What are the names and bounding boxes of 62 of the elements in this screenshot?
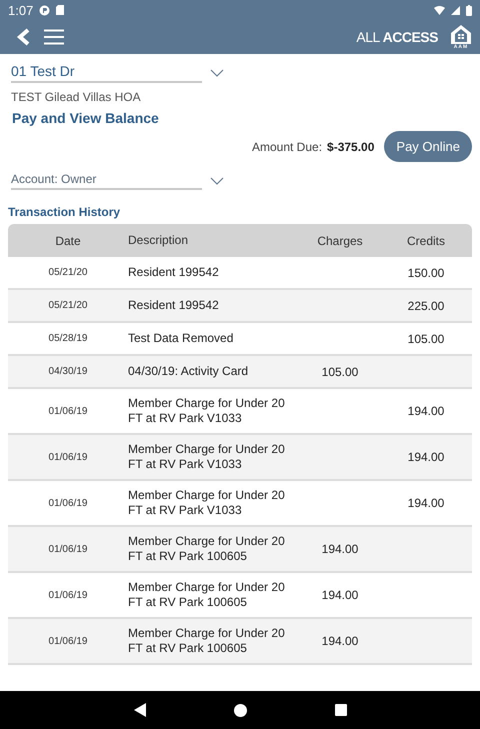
- chevron-down-icon[interactable]: [210, 69, 224, 77]
- amount-due-value: $-375.00: [327, 140, 374, 154]
- date-cell-text: 01/06/19: [48, 406, 88, 416]
- description-cell-text: Member Charge for Under 20 FT at RV Park V1033: [128, 487, 286, 519]
- status-time: 1:07: [8, 2, 34, 18]
- column-header: Charges: [316, 234, 364, 248]
- account-select[interactable]: Account: Owner: [11, 172, 202, 190]
- column-header: Credits: [406, 234, 446, 248]
- table-row[interactable]: 05/21/20 Resident 199542 225.00: [8, 290, 472, 323]
- table-row[interactable]: 01/06/19 Member Charge for Under 20 FT at RV Park 100605 194.00: [8, 619, 472, 665]
- chevron-down-icon[interactable]: [210, 177, 224, 185]
- house-logo-icon: [450, 24, 472, 44]
- date-cell-text: 01/06/19: [48, 636, 88, 646]
- battery-icon: [466, 4, 472, 16]
- date-cell-text: 05/28/19: [48, 333, 88, 344]
- section-title: Transaction History: [8, 205, 122, 219]
- charges-cell: 105.00: [322, 364, 358, 378]
- sd-card-icon: [56, 5, 64, 15]
- description-cell-text: Member Charge for Under 20 FT at RV Park 100605: [128, 579, 286, 611]
- charges-cell: 194.00: [322, 634, 358, 648]
- credits-cell: 105.00: [408, 332, 444, 346]
- charges-cell: 194.00: [322, 542, 358, 556]
- brand-name: ALL ACCESS: [356, 29, 438, 45]
- credits-cell: 150.00: [408, 266, 444, 280]
- recents-square-icon[interactable]: [334, 704, 346, 716]
- back-icon[interactable]: [16, 28, 32, 46]
- signal-icon: [451, 6, 460, 14]
- description-cell-text: 04/30/19: Activity Card: [128, 363, 250, 380]
- charges-cell: 194.00: [322, 588, 358, 602]
- property-select[interactable]: 01 Test Dr: [11, 63, 202, 83]
- description-cell-text: Member Charge for Under 20 FT at RV Park V1033: [128, 395, 286, 427]
- table-row[interactable]: 01/06/19 Member Charge for Under 20 FT at RV Park V1033 194.00: [8, 435, 472, 481]
- column-header: Date: [54, 234, 82, 248]
- credits-cell: 194.00: [408, 450, 444, 464]
- table-row[interactable]: 01/06/19 Member Charge for Under 20 FT at RV Park 100605 194.00: [8, 527, 472, 573]
- date-cell-text: 05/21/20: [48, 300, 88, 311]
- table-row[interactable]: 04/30/19 04/30/19: Activity Card 105.00: [8, 356, 472, 389]
- description-cell-text: Member Charge for Under 20 FT at RV Park 100605: [128, 625, 286, 657]
- credits-cell: 194.00: [408, 496, 444, 510]
- amount-due-label: Amount Due:: [252, 140, 322, 154]
- description-cell-text: Member Charge for Under 20 FT at RV Park 100605: [128, 533, 286, 565]
- date-cell-text: 01/06/19: [48, 498, 88, 508]
- description-cell-text: Test Data Removed: [128, 330, 234, 347]
- pay-online-button[interactable]: Pay Online: [384, 131, 472, 162]
- association-name: TEST Gilead Villas HOA: [11, 90, 142, 104]
- date-cell-text: 01/06/19: [48, 544, 88, 554]
- column-header: Description: [128, 232, 190, 249]
- date-cell-text: 04/30/19: [48, 366, 88, 377]
- menu-icon[interactable]: [44, 29, 64, 45]
- notification-icon: [39, 4, 50, 16]
- credits-cell: 194.00: [408, 404, 444, 418]
- description-cell-text: Resident 199542: [128, 297, 220, 314]
- date-cell-text: 05/21/20: [48, 267, 88, 278]
- description-cell-text: Resident 199542: [128, 264, 220, 281]
- page-title: Pay and View Balance: [12, 110, 160, 126]
- description-cell-text: Member Charge for Under 20 FT at RV Park V1033: [128, 441, 286, 473]
- date-cell-text: 01/06/19: [48, 452, 88, 462]
- wifi-icon: [434, 6, 445, 14]
- back-triangle-icon[interactable]: [134, 703, 146, 717]
- date-cell-text: 01/06/19: [48, 590, 88, 600]
- home-circle-icon[interactable]: [234, 704, 246, 716]
- credits-cell: 225.00: [408, 298, 444, 312]
